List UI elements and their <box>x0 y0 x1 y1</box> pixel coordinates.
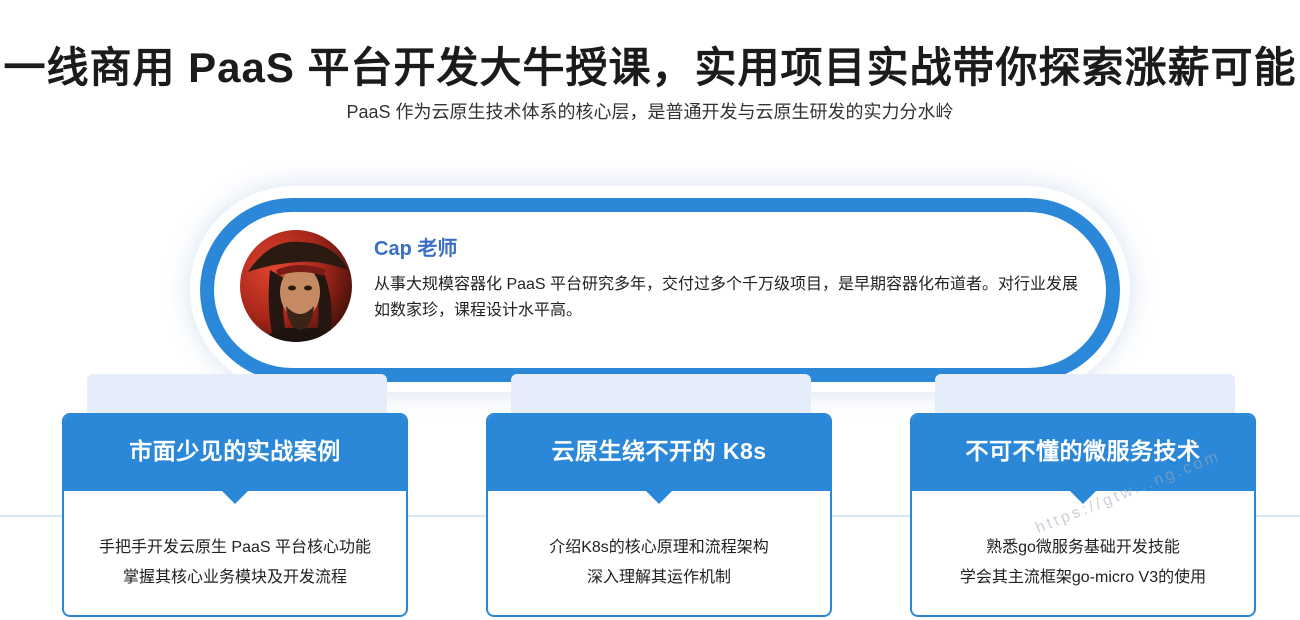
instructor-name: Cap 老师 <box>374 238 458 260</box>
feature-line: 手把手开发云原生 PaaS 平台核心功能 <box>98 539 372 556</box>
feature-card-cases: 市面少见的实战案例 手把手开发云原生 PaaS 平台核心功能 掌握其核心业务模块… <box>62 413 408 617</box>
feature-card-k8s: 云原生绕不开的 K8s 介绍K8s的核心原理和流程架构 深入理解其运作机制 <box>486 413 832 617</box>
card-notch <box>645 490 673 504</box>
feature-card-body: 手把手开发云原生 PaaS 平台核心功能 掌握其核心业务模块及开发流程 <box>64 533 406 593</box>
feature-card-body: 熟悉go微服务基础开发技能 学会其主流框架go-micro V3的使用 <box>912 533 1254 593</box>
instructor-avatar <box>240 230 352 342</box>
feature-card-body: 介绍K8s的核心原理和流程架构 深入理解其运作机制 <box>488 533 830 593</box>
feature-card-title: 云原生绕不开的 K8s <box>488 415 830 491</box>
feature-line: 掌握其核心业务模块及开发流程 <box>122 569 347 586</box>
feature-line: 介绍K8s的核心原理和流程架构 <box>549 539 769 556</box>
feature-line: 熟悉go微服务基础开发技能 <box>986 539 1180 556</box>
page-subtitle: PaaS 作为云原生技术体系的核心层，是普通开发与云原生研发的实力分水岭 <box>346 102 954 122</box>
instructor-bio: 从事大规模容器化 PaaS 平台研究多年，交付过多个千万级项目，是早期容器化布道… <box>374 276 1079 319</box>
feature-card-title: 市面少见的实战案例 <box>64 415 406 491</box>
card-notch <box>221 490 249 504</box>
pirate-portrait-icon <box>240 230 352 342</box>
page-title: 一线商用 PaaS 平台开发大牛授课，实用项目实战带你探索涨薪可能 <box>3 44 1297 91</box>
feature-line: 学会其主流框架go-micro V3的使用 <box>959 569 1207 586</box>
feature-line: 深入理解其运作机制 <box>586 569 731 586</box>
